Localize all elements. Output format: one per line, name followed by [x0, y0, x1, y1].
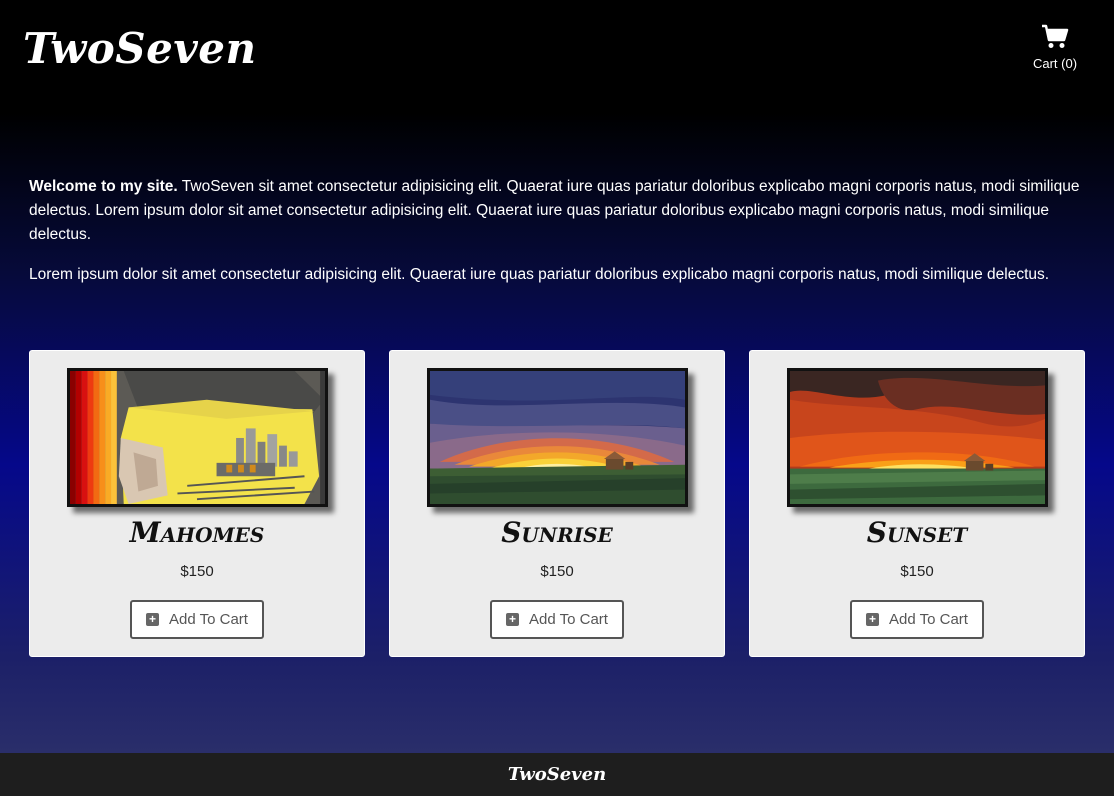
- shopping-cart-icon: [1042, 24, 1069, 48]
- intro-paragraph-1: Welcome to my site. TwoSeven sit amet co…: [29, 175, 1085, 247]
- plus-square-icon: +: [146, 613, 160, 626]
- cart-button[interactable]: Cart (0): [1025, 24, 1085, 71]
- cart-label: Cart (0): [1032, 56, 1078, 71]
- sunrise-artwork[interactable]: [427, 368, 688, 507]
- product-name: Sunrise: [501, 516, 613, 549]
- product-name: Mahomes: [129, 516, 265, 549]
- main-content: Welcome to my site. TwoSeven sit amet co…: [0, 113, 1114, 753]
- product-card-sunrise: Sunrise $150 + Add To Cart: [389, 350, 725, 657]
- product-price: $150: [540, 563, 574, 580]
- add-to-cart-label: Add To Cart: [889, 611, 968, 628]
- mahomes-artwork[interactable]: [67, 368, 328, 507]
- add-to-cart-button[interactable]: + Add To Cart: [850, 600, 984, 639]
- product-price: $150: [180, 563, 214, 580]
- site-header: TwoSeven Cart (0): [0, 0, 1114, 113]
- intro-text-1: TwoSeven sit amet consectetur adipisicin…: [29, 178, 1080, 243]
- footer-logo[interactable]: TwoSeven: [0, 764, 1114, 785]
- add-to-cart-label: Add To Cart: [529, 611, 608, 628]
- product-card-mahomes: Mahomes $150 + Add To Cart: [29, 350, 365, 657]
- add-to-cart-button[interactable]: + Add To Cart: [130, 600, 264, 639]
- product-price: $150: [900, 563, 934, 580]
- plus-square-icon: +: [506, 613, 520, 626]
- add-to-cart-label: Add To Cart: [169, 611, 248, 628]
- add-to-cart-button[interactable]: + Add To Cart: [490, 600, 624, 639]
- site-footer: TwoSeven: [0, 753, 1114, 796]
- sunset-artwork[interactable]: [787, 368, 1048, 507]
- site-logo[interactable]: TwoSeven: [23, 24, 257, 73]
- product-card-sunset: Sunset $150 + Add To Cart: [749, 350, 1085, 657]
- plus-square-icon: +: [866, 613, 880, 626]
- intro-paragraph-2: Lorem ipsum dolor sit amet consectetur a…: [29, 266, 1050, 283]
- intro-section: Welcome to my site. TwoSeven sit amet co…: [29, 175, 1085, 303]
- welcome-text: Welcome to my site.: [29, 178, 178, 195]
- product-name: Sunset: [866, 516, 968, 549]
